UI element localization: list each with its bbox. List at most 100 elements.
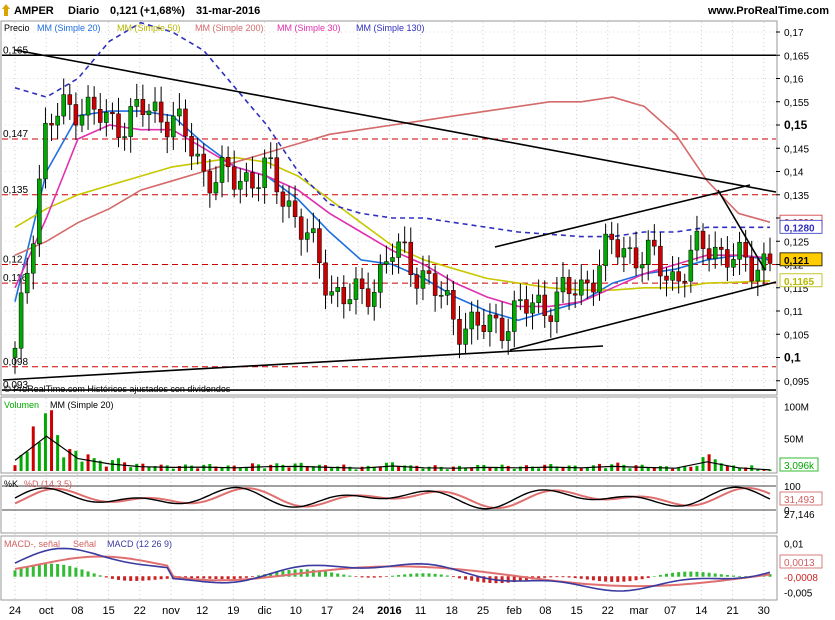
macd-line — [14, 547, 771, 592]
macd-line-value: -0,0008 — [784, 573, 818, 584]
candle-body — [353, 278, 359, 300]
volume-bar — [74, 450, 78, 471]
y-tick-label: 0,165 — [784, 51, 809, 62]
header-symbol: AMPER — [14, 5, 54, 17]
stoch-legend: %K %D (14 3 5) — [4, 479, 72, 489]
macd-hist-bar — [543, 576, 547, 578]
macd-hist-bar — [62, 564, 66, 577]
macd-hist-bar — [80, 569, 84, 577]
volume-bar — [13, 465, 17, 471]
candle-body — [347, 299, 353, 305]
macd-hist-bar — [457, 576, 461, 579]
price-plot — [12, 21, 773, 374]
candle-body — [682, 280, 688, 283]
volume-tick-label: 50M — [784, 435, 803, 446]
candle-body — [749, 256, 754, 282]
macd-hist-bar — [470, 576, 474, 581]
macd-hist-bar — [646, 576, 650, 578]
macd-hist-bar — [439, 574, 443, 577]
volume-bar — [701, 457, 705, 471]
volume-bar — [409, 465, 413, 471]
candle-body — [706, 248, 712, 260]
candle-body — [286, 200, 292, 207]
ma-line — [14, 110, 771, 322]
macd-hist-bar — [464, 576, 468, 580]
volume-bar — [360, 466, 364, 471]
y-tick-label: 0,125 — [784, 237, 809, 248]
volume-bar — [171, 468, 175, 471]
volume-bar — [421, 468, 425, 471]
macd-hist-bar — [738, 575, 742, 577]
macd-hist-bar — [652, 576, 656, 577]
candle-body — [572, 293, 578, 296]
candle-body — [238, 180, 243, 190]
candle-body — [505, 331, 511, 341]
x-tick-label: 21 — [726, 605, 738, 617]
volume-bar — [622, 464, 626, 471]
stock-chart: AMPER Diario 0,121 (+1,68%) 31-mar-2016 … — [0, 0, 835, 617]
macd-hist-bar — [37, 564, 41, 577]
x-tick-label: 24 — [352, 605, 364, 617]
volume-bar — [135, 463, 139, 471]
candle-body — [603, 233, 608, 266]
macd-hist-bar — [433, 573, 437, 577]
candle-body — [31, 243, 36, 274]
macd-hist-bar — [238, 576, 242, 579]
volume-bar — [104, 466, 108, 471]
candle-body — [225, 157, 231, 168]
candle-body — [554, 291, 560, 322]
macd-hist-bar — [232, 576, 236, 579]
macd-hist-bar — [226, 576, 230, 580]
macd-hist-bar — [549, 576, 553, 578]
volume-bar — [689, 466, 693, 471]
candle-body — [262, 157, 267, 188]
macd-hist-bar — [421, 573, 425, 577]
candle-body — [12, 347, 18, 358]
header-price: 0,121 — [110, 5, 138, 17]
x-tick-label: 14 — [695, 605, 707, 617]
candle-body — [591, 282, 596, 293]
stoch-tick-label: 100 — [784, 482, 801, 493]
legend-mm130: MM (Simple 130) — [356, 23, 425, 33]
macd-hist-bar — [25, 566, 29, 577]
candle-body — [621, 248, 627, 258]
candle-body — [317, 228, 322, 264]
candle-body — [85, 96, 91, 116]
candle-body — [512, 300, 517, 332]
candle-body — [341, 287, 347, 305]
candle-body — [195, 153, 200, 157]
candle-body — [493, 314, 499, 319]
candle-body — [158, 101, 164, 123]
macd-hist-bar — [50, 563, 54, 577]
legend-macd-hist: MACD-, señal — [4, 539, 60, 549]
candle-body — [24, 272, 30, 294]
volume-bar — [695, 465, 699, 471]
header-site: www.ProRealTime.com — [707, 5, 829, 17]
macd-hist-bar — [165, 576, 169, 579]
macd-hist-bar — [701, 572, 705, 577]
candle-body — [475, 311, 480, 326]
x-tick-label: 15 — [570, 605, 582, 617]
y-tick-label: 0,15 — [784, 118, 808, 132]
price-footer: © ProRealTime.com Históricos ajustados c… — [4, 384, 231, 394]
macd-hist-bar — [683, 571, 687, 577]
candle-body — [305, 232, 310, 240]
candle-body — [274, 157, 280, 193]
macd-hist-bar — [31, 565, 35, 577]
candle-body — [560, 277, 566, 293]
x-tick-label: 30 — [758, 605, 770, 617]
candle-body — [445, 290, 450, 296]
volume-bar — [567, 465, 571, 471]
candle-body — [639, 264, 645, 269]
header-date: 31-mar-2016 — [196, 5, 260, 17]
volume-bar — [129, 467, 133, 471]
macd-hist-bar — [731, 575, 735, 577]
y-tick-label: 0,1 — [784, 351, 801, 365]
candle-body — [365, 288, 371, 307]
macd-hist-bar — [214, 576, 218, 580]
macd-hist-bar — [354, 576, 358, 577]
macd-hist-bar — [244, 576, 248, 578]
macd-hist-bar — [567, 576, 571, 578]
candle-body — [73, 104, 79, 126]
candle-body — [43, 123, 48, 180]
